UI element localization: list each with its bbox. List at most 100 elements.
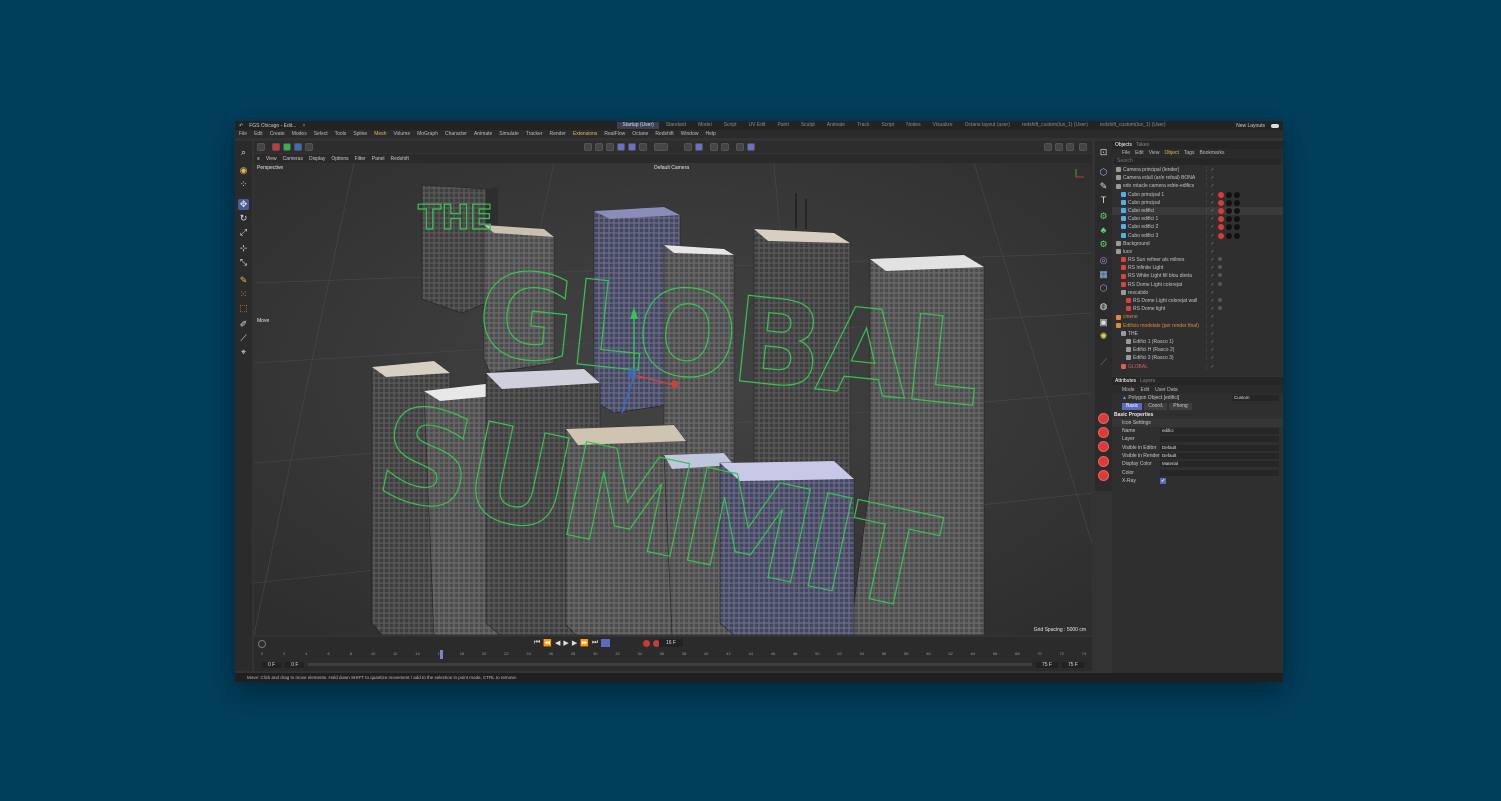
layout-tab[interactable]: Nodes [901,122,925,129]
visibility-dots[interactable]: ⋮ ✓ [1204,182,1215,190]
object-row[interactable]: RS Infinite Light ⋮ ✓ [1112,264,1283,272]
objects-menu-bookmarks[interactable]: Bookmarks [1199,150,1224,156]
light-tag-icon[interactable] [1218,281,1222,286]
menu-item-window[interactable]: Window [681,131,699,137]
knife-icon[interactable]: ⟋ [238,333,249,344]
camera-icon[interactable]: ▣ [1098,317,1109,328]
visibility-dots[interactable]: ⋮ ✓ [1204,305,1215,313]
visibility-dots[interactable]: ⋮ ✓ [1204,297,1215,305]
menu-item-help[interactable]: Help [705,131,715,137]
object-row[interactable]: Cubo principal ⋮ ✓ [1112,199,1283,207]
visibility-dots[interactable]: ⋮ ✓ [1204,363,1215,371]
view-icon-1[interactable] [584,143,592,151]
select-tool-icon[interactable]: ◉ [238,165,249,176]
redshift-light-icon[interactable] [1098,413,1109,424]
rotate-tool-icon[interactable]: ↻ [238,213,249,224]
text-icon[interactable]: T [1098,195,1109,206]
visibility-dots[interactable]: ⋮ ✓ [1204,256,1215,264]
material-tag-icon[interactable] [1234,191,1240,198]
scale-tool-icon[interactable]: ⤢ [238,227,249,238]
viewport-menu-filter[interactable]: Filter [355,156,366,162]
next-key-icon[interactable]: ⏩ [580,639,589,647]
objects-menu-object[interactable]: Object [1164,150,1178,156]
light-tag-icon[interactable] [1218,306,1222,311]
timeline-settings-icon[interactable] [258,640,266,648]
brush-icon[interactable]: ✐ [238,319,249,330]
attr-menu-mode[interactable]: Mode [1122,387,1135,393]
render-region-icon[interactable] [1044,143,1052,151]
object-row[interactable]: Cubo principal 1 ⋮ ✓ [1112,191,1283,199]
go-start-icon[interactable]: ⏮ [534,639,540,647]
attr-field-value[interactable] [1160,469,1279,476]
visibility-dots[interactable]: ⋮ ✓ [1204,313,1215,321]
visibility-dots[interactable]: ⋮ ✓ [1204,354,1215,362]
objects-menu-view[interactable]: View [1149,150,1160,156]
light-tag-icon[interactable] [1218,257,1222,262]
material-tag-icon[interactable] [1234,216,1240,223]
menu-item-volume[interactable]: Volume [393,131,410,137]
attr-field-value[interactable]: Material [1160,461,1279,468]
menu-item-select[interactable]: Select [314,131,328,137]
snap-icon[interactable] [654,143,668,151]
object-row[interactable]: Edifici 1 (Rasco 1) ⋮ ✓ [1112,338,1283,346]
object-row[interactable]: Cubo edifici 2 ⋮ ✓ [1112,223,1283,231]
visibility-dots[interactable]: ⋮ ✓ [1204,207,1215,215]
object-row[interactable]: Background ⋮ ✓ [1112,240,1283,248]
visibility-dots[interactable]: ⋮ ✓ [1204,174,1215,182]
light-icon[interactable]: ✺ [1098,331,1109,342]
start-frame-2[interactable]: 0 F [285,661,305,668]
objects-tab-objects[interactable]: Objects [1115,142,1132,148]
loop-icon[interactable] [601,639,611,647]
layout-tab[interactable]: Track [852,122,874,129]
edit-disabled-icon[interactable]: ⟋ [1098,357,1109,368]
object-row[interactable]: RS White Light fill blou direla ⋮ ✓ [1112,272,1283,280]
view-icon-2[interactable] [595,143,603,151]
visibility-dots[interactable]: ⋮ ✓ [1204,232,1215,240]
viewport-menu-redshift[interactable]: Redshift [391,156,409,162]
cloner-icon[interactable]: ♣ [1098,225,1109,236]
point-mode-icon[interactable] [639,143,647,151]
viewport-menu-options[interactable]: Options [331,156,348,162]
material-tag-icon[interactable] [1226,216,1232,223]
search-icon[interactable]: ⌕ [238,147,249,158]
next-frame-icon[interactable]: ▶ [572,639,577,647]
attr-field-value[interactable]: Default [1160,444,1279,451]
material-tag-icon[interactable] [1234,232,1240,239]
object-row[interactable]: edo rotacle camera edrie-edifics ⋮ ✓ [1112,182,1283,190]
attr-subtab-coord[interactable]: Coord. [1144,403,1168,411]
redshift-sun-icon[interactable] [1098,456,1109,467]
material-tag-icon[interactable] [1226,191,1232,198]
object-row[interactable]: Edifici H (Rasco 2) ⋮ ✓ [1112,346,1283,354]
deformer-icon[interactable]: ⚙ [1098,239,1109,250]
attr-field-value[interactable]: ✔ [1160,477,1166,484]
current-frame-field[interactable]: 16 F [659,639,683,647]
icon-settings-toggle[interactable]: Icon Settings [1112,418,1283,428]
view-icon-3[interactable] [606,143,614,151]
object-row[interactable]: RS Dome Light colorejat ⋮ ✓ [1112,281,1283,289]
material-tag-icon[interactable] [1226,232,1232,239]
layout-tab[interactable]: Animate [822,122,850,129]
material-tag-icon[interactable] [1218,199,1224,206]
layout-tab[interactable]: Visualize [928,122,958,129]
object-row[interactable]: RS Dome Light colorejat wall ⋮ ✓ [1112,297,1283,305]
material-tag-icon[interactable] [1234,207,1240,214]
material-tag-icon[interactable] [1218,191,1224,198]
end-frame-2[interactable]: 75 F [1061,661,1084,668]
viewport-menu-display[interactable]: Display [309,156,325,162]
layout-tab[interactable]: Model [693,122,717,129]
camera-label[interactable]: Default Camera [654,165,689,171]
live-select-icon[interactable]: ⁘ [238,179,249,190]
menu-item-extensions[interactable]: Extensions [573,131,597,137]
viewport-menu-view[interactable]: View [266,156,277,162]
layout-tab[interactable]: Octane layout (user) [960,122,1015,129]
material-tag-icon[interactable] [1234,199,1240,206]
render-settings-icon[interactable] [747,143,755,151]
menu-item-create[interactable]: Create [270,131,285,137]
record-icon[interactable] [643,639,651,647]
menu-item-realflow[interactable]: RealFlow [604,131,625,137]
points-mode-icon[interactable]: ⁙ [238,289,249,300]
axis-icon[interactable]: ⤡ [238,257,249,268]
cube-icon[interactable]: ⬡ [1098,167,1109,178]
scene-icon[interactable]: ▦ [1098,269,1109,280]
prev-key-icon[interactable]: ⏪ [543,639,552,647]
